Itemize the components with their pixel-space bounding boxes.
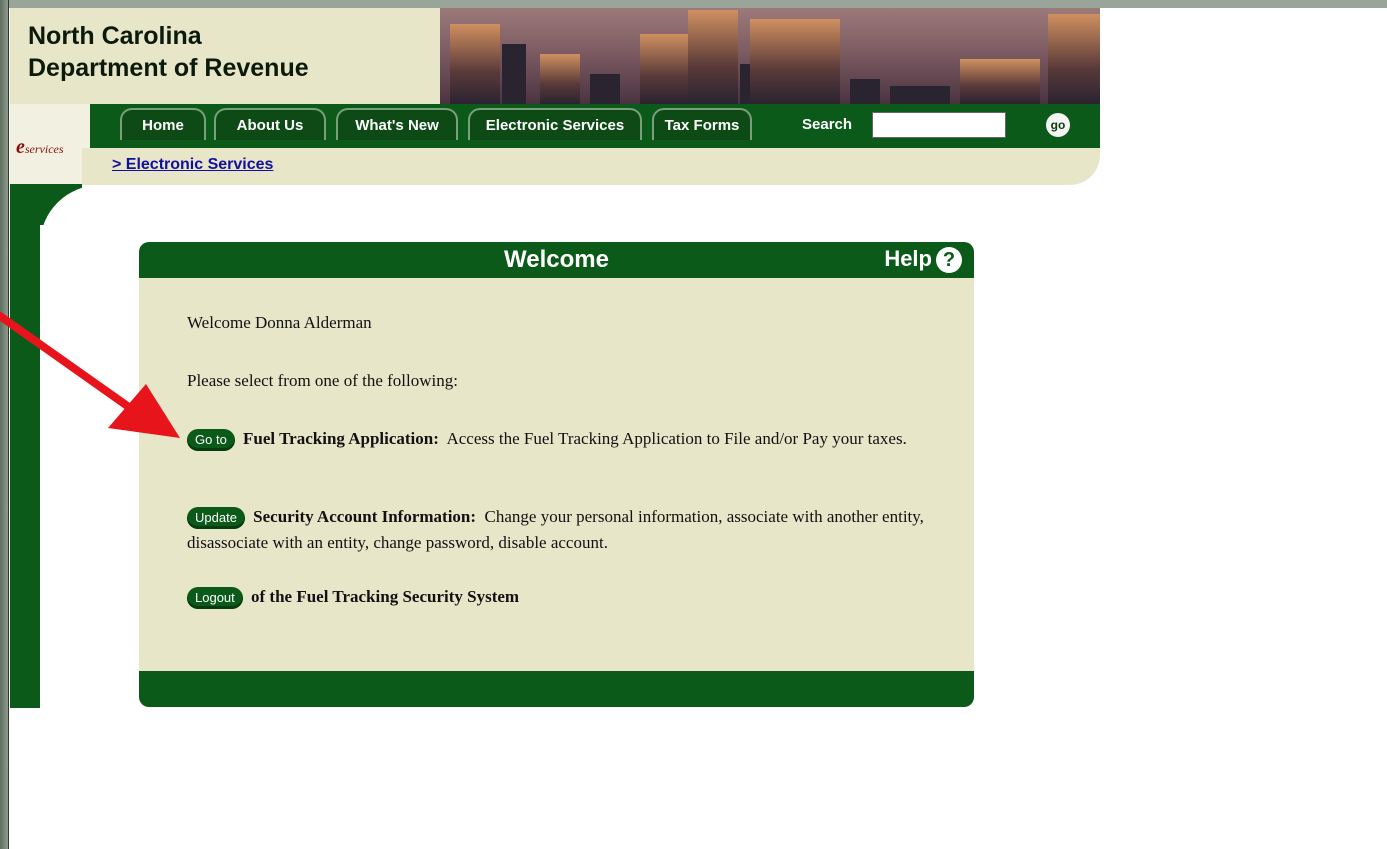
welcome-panel: Welcome Help? Welcome Donna Alderman Ple… [139, 242, 974, 707]
option-security-account: Update Security Account Information: Cha… [187, 504, 932, 556]
eservices-logo-letter: e [16, 136, 25, 158]
greeting-text: Welcome Donna Alderman [187, 313, 372, 332]
panel-header: Welcome Help? [139, 242, 974, 278]
instruction-text: Please select from one of the following: [187, 371, 458, 390]
tab-whats-new[interactable]: What's New [336, 108, 458, 140]
option-title: Security Account Information: [253, 507, 477, 526]
red-arrow-annotation [0, 312, 180, 438]
search-input[interactable] [872, 112, 1006, 138]
tab-electronic-services[interactable]: Electronic Services [468, 108, 642, 140]
go-button[interactable]: go [1046, 113, 1070, 137]
option-desc: Access the Fuel Tracking Application to … [446, 429, 907, 448]
city-skyline-image [440, 8, 1100, 104]
help-link[interactable]: Help? [884, 246, 962, 274]
panel-footer [139, 671, 974, 707]
option-logout: Logout of the Fuel Tracking Security Sys… [187, 584, 519, 610]
logout-button[interactable]: Logout [187, 587, 243, 610]
option-title: Fuel Tracking Application: [243, 429, 439, 448]
eservices-logo-text: services [24, 142, 64, 156]
org-name-line1: North Carolina [28, 22, 202, 50]
breadcrumb-electronic-services[interactable]: > Electronic Services [112, 156, 273, 174]
tab-about-us[interactable]: About Us [214, 108, 326, 140]
help-question-icon: ? [936, 247, 962, 274]
main-nav-bar: eservices Home About Us What's New Elect… [10, 104, 1100, 184]
org-name-line2: Department of Revenue [28, 54, 309, 82]
update-button[interactable]: Update [187, 507, 245, 530]
option-fuel-tracking: Go to Fuel Tracking Application: Access … [187, 426, 907, 452]
search-label: Search [802, 116, 853, 133]
slide-frame-top [0, 0, 1387, 8]
left-border-inner [40, 225, 100, 708]
site-header: North Carolina Department of Revenue [10, 8, 1100, 104]
panel-title: Welcome [504, 246, 609, 273]
eservices-logo[interactable]: eservices [10, 104, 92, 184]
tab-tax-forms[interactable]: Tax Forms [652, 108, 752, 140]
org-name: North Carolina Department of Revenue [28, 20, 309, 84]
go-to-button[interactable]: Go to [187, 429, 235, 452]
option-title: of the Fuel Tracking Security System [251, 587, 520, 606]
tab-home[interactable]: Home [120, 108, 206, 140]
breadcrumb-bar: > Electronic Services [82, 148, 1100, 185]
help-label: Help [884, 246, 932, 271]
